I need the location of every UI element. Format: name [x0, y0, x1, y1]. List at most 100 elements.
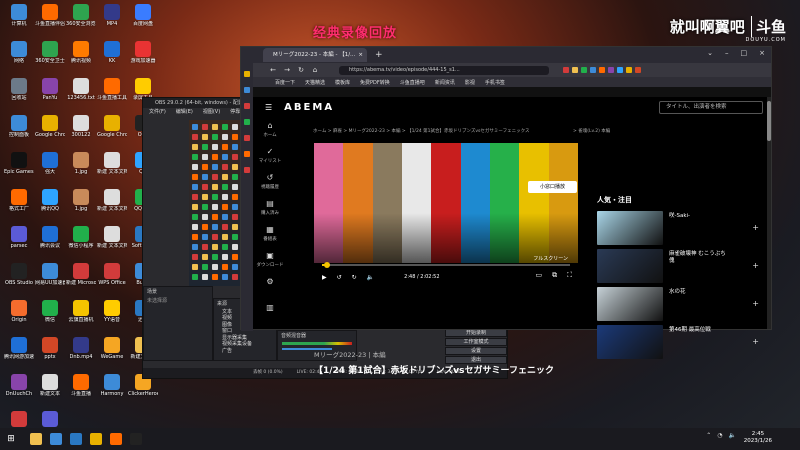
close-tab-icon[interactable]: ×: [358, 48, 363, 62]
taskbar-app-icon[interactable]: [110, 433, 122, 445]
search-input[interactable]: タイトル、出演者を検索: [659, 101, 763, 114]
desktop-icon[interactable]: Google Chrome: [35, 115, 65, 149]
abema-nav-item[interactable]: ⚙: [253, 277, 287, 303]
desktop-icon[interactable]: 回收站: [4, 78, 34, 112]
recommend-thumbnail[interactable]: [597, 287, 663, 321]
desktop-icon[interactable]: 微信: [35, 300, 65, 334]
desktop-icon[interactable]: 腾讯QQ: [35, 189, 65, 223]
tray-up-icon[interactable]: ⌃: [706, 432, 711, 439]
desktop-icon[interactable]: 1.jpg: [66, 189, 96, 223]
desktop-icon[interactable]: Google Chrome: [97, 115, 127, 149]
desktop-icon[interactable]: Harmony: [97, 374, 127, 408]
add-mylist-icon[interactable]: +: [752, 337, 759, 346]
obs-menu-item[interactable]: 视图(V): [203, 108, 220, 117]
side-strip-icon[interactable]: [244, 119, 250, 125]
obs-menu-item[interactable]: 文件(F): [149, 108, 166, 117]
recommend-item[interactable]: 水の花 +: [597, 287, 767, 325]
side-strip-icon[interactable]: [244, 135, 250, 141]
desktop-icon[interactable]: 360安全卫士: [35, 41, 65, 75]
desktop-icon[interactable]: ClickerHeroes: [128, 374, 158, 408]
back-icon[interactable]: ←: [269, 66, 277, 74]
forward-10-icon[interactable]: ↻: [352, 274, 357, 281]
volume-icon[interactable]: 🔈: [367, 274, 374, 281]
rewind-icon[interactable]: ↺: [337, 274, 342, 281]
desktop-icon[interactable]: 强大: [35, 152, 65, 186]
desktop-icon[interactable]: 300122: [66, 115, 96, 149]
browser-tab-abema[interactable]: Mリーグ2022-23 - 本編 - 【1/... ×: [263, 48, 367, 62]
desktop-icon[interactable]: 斗鱼直播工具: [97, 78, 127, 112]
side-strip-icon[interactable]: [244, 151, 250, 157]
desktop-icon[interactable]: 斗鱼直播伴侣: [35, 4, 65, 38]
abema-nav-item[interactable]: ▣ ダウンロード: [253, 251, 287, 277]
extension-icon[interactable]: [599, 67, 605, 73]
bookmark-item[interactable]: 百度一下: [275, 79, 295, 86]
bookmark-item[interactable]: 模板库: [335, 79, 350, 86]
obs-control-button[interactable]: 开始录制: [445, 329, 507, 337]
side-strip-icon[interactable]: [244, 87, 250, 93]
play-icon[interactable]: ▶: [322, 274, 327, 281]
desktop-icon[interactable]: 123456.txt: [66, 78, 96, 112]
obs-menu-item[interactable]: 编辑(E): [176, 108, 193, 117]
speaker-icon[interactable]: 🔈: [729, 432, 736, 439]
fullscreen-label[interactable]: フルスクリーン: [533, 255, 568, 262]
recommend-item[interactable]: 咲-Saki- +: [597, 211, 767, 249]
tab-list-icon[interactable]: ⌄: [707, 49, 713, 57]
desktop-icon[interactable]: YY语音: [97, 300, 127, 334]
taskbar-app-icon[interactable]: [130, 433, 142, 445]
taskbar-clock[interactable]: 2:45 2023/1/26: [744, 431, 772, 445]
desktop-icon[interactable]: 腾讯网游加速器: [4, 337, 34, 371]
desktop-icon[interactable]: 百度网盘: [128, 4, 158, 38]
browser-window[interactable]: Mリーグ2022-23 - 本編 - 【1/... × + ⌄ – □ × ← …: [240, 46, 772, 376]
desktop-icon[interactable]: WPS Office: [97, 263, 127, 297]
desktop-icon[interactable]: pptx: [35, 337, 65, 371]
side-strip-icon[interactable]: [244, 71, 250, 77]
home-icon[interactable]: ⌂: [311, 66, 319, 74]
abema-logo[interactable]: ABEMA: [284, 102, 334, 113]
pip-icon[interactable]: ⧉: [552, 271, 557, 280]
new-tab-button[interactable]: +: [375, 50, 383, 60]
desktop-icon[interactable]: KK: [97, 41, 127, 75]
scrollbar-thumb[interactable]: [767, 101, 771, 141]
taskbar-app-icon[interactable]: [50, 433, 62, 445]
desktop-icon[interactable]: 控制面板: [4, 115, 34, 149]
desktop-icon[interactable]: 新建 文本文档(2).txt: [97, 226, 127, 260]
desktop-icon[interactable]: 腾讯视频: [66, 41, 96, 75]
desktop-icon[interactable]: Epic Games Launcher: [4, 152, 34, 186]
video-player[interactable]: フルスクリーン ▶ ↺ ↻ 🔈 2:48 / 2:02:52 ▭ ⧉ ⛶: [314, 143, 578, 288]
desktop-icon[interactable]: 斗鱼直播: [66, 374, 96, 408]
desktop-icon[interactable]: 新建 文本文档: [97, 189, 127, 223]
reload-icon[interactable]: ↻: [297, 66, 305, 74]
desktop-icon[interactable]: Origin: [4, 300, 34, 334]
recommend-item[interactable]: 第46期 最高位戦 +: [597, 325, 767, 363]
extension-icon[interactable]: [563, 67, 569, 73]
desktop-icon[interactable]: 游戏加速器: [128, 41, 158, 75]
bookmark-item[interactable]: 天猫精选: [305, 79, 325, 86]
recommend-thumbnail[interactable]: [597, 325, 663, 359]
bookmark-item[interactable]: 免费PDF转换: [360, 79, 390, 86]
add-mylist-icon[interactable]: +: [752, 299, 759, 308]
side-strip-icon[interactable]: [244, 103, 250, 109]
side-strip-icon[interactable]: [244, 167, 250, 173]
maximize-icon[interactable]: □: [741, 49, 748, 57]
taskbar-app-icon[interactable]: [70, 433, 82, 445]
desktop-icon[interactable]: WeGame: [97, 337, 127, 371]
extension-icon[interactable]: [581, 67, 587, 73]
desktop-icon[interactable]: 网络: [4, 41, 34, 75]
windows-start-icon[interactable]: ⊞: [0, 434, 22, 444]
abema-nav-item[interactable]: ✓ マイリスト: [253, 147, 287, 173]
desktop-icon[interactable]: DnUuchCh: [4, 374, 34, 408]
bookmark-item[interactable]: 斗鱼直播吧: [400, 79, 425, 86]
recommend-item[interactable]: 麻雀破壊神 むこうぶち 傀 +: [597, 249, 767, 287]
recommend-thumbnail[interactable]: [597, 211, 663, 245]
extension-icon[interactable]: [590, 67, 596, 73]
abema-nav-item[interactable]: ⌂ ホーム: [253, 121, 287, 147]
minimize-icon[interactable]: –: [725, 49, 729, 57]
program-series[interactable]: Mリーグ2022-23 | 本編: [314, 349, 386, 359]
progress-bar[interactable]: [322, 262, 570, 268]
desktop-icon[interactable]: 新建 Microsoft: [66, 263, 96, 297]
extension-icon[interactable]: [635, 67, 641, 73]
network-icon[interactable]: ◔: [717, 432, 722, 439]
abema-nav-item[interactable]: ↺ 視聴履歴: [253, 173, 287, 199]
abema-nav-item[interactable]: ▦ 番組表: [253, 225, 287, 251]
extension-icon[interactable]: [608, 67, 614, 73]
